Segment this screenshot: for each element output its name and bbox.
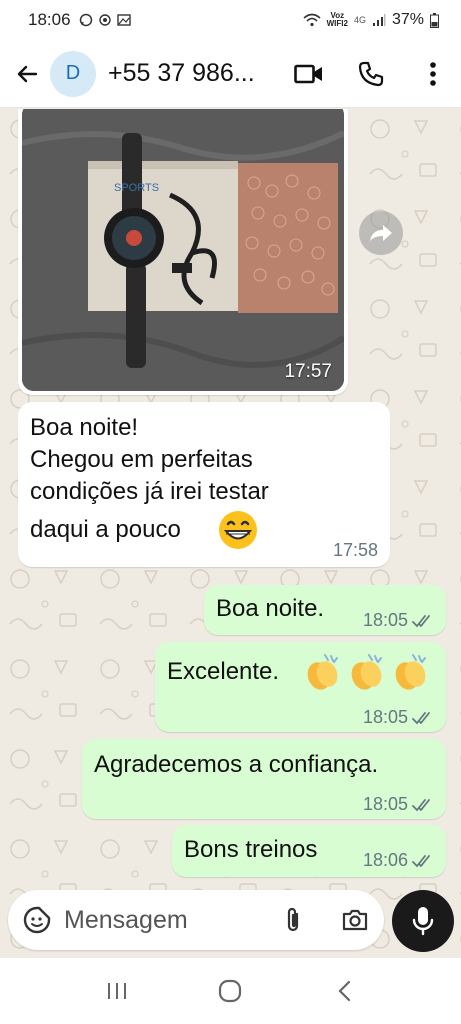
smartwatch-photo: SPORTS xyxy=(22,109,344,391)
forward-button[interactable] xyxy=(359,211,403,255)
photo[interactable]: SPORTS 17:57 xyxy=(22,109,344,391)
chat-area[interactable]: SPORTS 17:57 Boa noite! Chegou em perfei… xyxy=(0,109,461,958)
avatar[interactable]: D xyxy=(50,50,96,97)
battery-icon xyxy=(430,12,439,28)
paperclip-icon xyxy=(287,907,299,932)
chat-header: D +55 37 986... xyxy=(0,40,461,108)
camera-icon xyxy=(342,909,368,931)
message-text: Excelente. xyxy=(167,658,280,685)
forward-icon xyxy=(370,225,392,241)
box-label: SPORTS xyxy=(114,182,159,194)
battery-percent: 37% xyxy=(391,11,424,28)
message-line: condições já irei testar xyxy=(30,478,269,505)
wifi-icon xyxy=(303,13,321,27)
message-time: 18:05 xyxy=(362,610,408,630)
message-meta: 18:06 xyxy=(363,850,434,871)
status-time: 18:06 xyxy=(28,10,71,29)
signal-icon xyxy=(372,14,386,26)
voz-wifi-label: Voz WIFI2 xyxy=(326,11,348,28)
message-composer[interactable]: Mensagem xyxy=(8,890,384,950)
outgoing-message[interactable]: Agradecemos a confiança. 18:05 xyxy=(82,739,446,819)
message-input[interactable]: Mensagem xyxy=(64,906,278,935)
message-line: Chegou em perfeitas xyxy=(30,446,253,473)
clapping-hands-emoji xyxy=(303,652,431,692)
outgoing-message[interactable]: Excelente. 18:05 xyxy=(155,642,446,732)
voice-call-button[interactable] xyxy=(355,58,387,90)
home-icon xyxy=(219,979,242,1003)
incoming-message[interactable]: Boa noite! Chegou em perfeitas condições… xyxy=(18,402,390,567)
read-ticks-icon xyxy=(412,614,430,627)
message-text: Agradecemos a confiança. xyxy=(94,751,379,778)
chevron-left-icon xyxy=(338,980,351,1002)
sync-icon xyxy=(98,14,111,26)
recents-icon xyxy=(107,983,126,999)
back-button[interactable] xyxy=(12,59,42,89)
more-options-button[interactable] xyxy=(417,58,449,90)
grin-emoji xyxy=(219,511,257,549)
message-meta: 17:58 xyxy=(333,540,378,561)
attach-button[interactable] xyxy=(278,905,308,935)
outgoing-message[interactable]: Bons treinos 18:06 xyxy=(172,825,446,877)
recent-apps-button[interactable] xyxy=(99,973,135,1009)
phone-icon xyxy=(358,61,384,86)
message-text: Boa noite. xyxy=(216,595,325,622)
microphone-icon xyxy=(412,907,434,936)
network-type: 4G xyxy=(353,15,366,25)
home-button[interactable] xyxy=(212,973,248,1009)
clapping-hands-emoji xyxy=(395,654,426,690)
outgoing-message[interactable]: Boa noite. 18:05 xyxy=(204,585,446,635)
read-ticks-icon xyxy=(412,711,430,724)
camera-button[interactable] xyxy=(340,905,370,935)
message-time: 18:05 xyxy=(362,794,408,814)
back-nav-button[interactable] xyxy=(326,973,362,1009)
gallery-icon xyxy=(116,14,131,26)
arrow-left-icon xyxy=(17,65,38,82)
message-meta: 18:05 xyxy=(363,794,434,815)
image-message[interactable]: SPORTS 17:57 xyxy=(18,109,348,395)
system-navigation-bar xyxy=(0,958,461,1024)
message-meta: 18:05 xyxy=(363,707,434,728)
contact-name[interactable]: +55 37 986... xyxy=(108,59,283,88)
video-camera-icon xyxy=(294,64,322,83)
message-line: daqui a pouco xyxy=(30,516,181,543)
message-time: 18:05 xyxy=(362,707,408,727)
read-ticks-icon xyxy=(412,854,430,867)
clapping-hands-emoji xyxy=(351,654,382,690)
video-call-button[interactable] xyxy=(293,58,325,90)
status-bar: 18:06 Voz WIFI2 4G 37% xyxy=(0,0,461,40)
more-vertical-icon xyxy=(430,61,436,86)
message-text: Bons treinos xyxy=(184,836,318,863)
message-line: Boa noite! xyxy=(30,414,139,441)
read-ticks-icon xyxy=(412,798,430,811)
emoji-button[interactable] xyxy=(22,905,52,935)
message-meta: 18:05 xyxy=(363,610,434,631)
message-time: 18:06 xyxy=(362,850,408,870)
clapping-hands-emoji xyxy=(307,654,338,690)
message-time: 17:57 xyxy=(284,361,332,382)
whatsapp-icon xyxy=(79,13,92,27)
sticker-icon xyxy=(23,906,51,934)
voice-record-button[interactable] xyxy=(392,890,454,952)
message-time: 17:58 xyxy=(332,540,378,560)
